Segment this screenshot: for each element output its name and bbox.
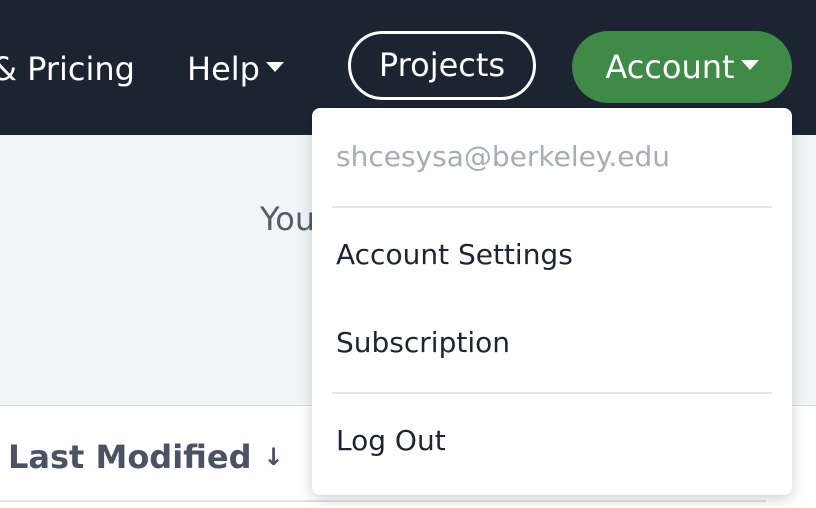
- account-dropdown-button[interactable]: Account: [572, 31, 792, 103]
- arrow-down-icon: ↓: [263, 443, 284, 471]
- column-header-label: Last Modified: [8, 438, 252, 476]
- menu-item-subscription[interactable]: Subscription: [336, 326, 510, 359]
- menu-item-log-out[interactable]: Log Out: [336, 424, 446, 457]
- caret-down-icon: [740, 60, 759, 70]
- partial-heading-text: You: [260, 200, 316, 238]
- nav-help-label: Help: [187, 50, 260, 88]
- menu-item-account-settings[interactable]: Account Settings: [336, 238, 573, 271]
- menu-divider: [332, 206, 772, 208]
- nav-pricing-label: & Pricing: [0, 50, 135, 88]
- caret-down-icon: [265, 62, 284, 72]
- projects-button[interactable]: Projects: [348, 31, 536, 100]
- account-email: shcesysa@berkeley.edu: [336, 140, 671, 173]
- column-header-last-modified[interactable]: Last Modified ↓: [8, 438, 284, 476]
- table-header-divider: [0, 500, 766, 502]
- account-button-label: Account: [605, 48, 735, 86]
- nav-link-pricing[interactable]: & Pricing: [0, 48, 135, 90]
- menu-divider: [332, 392, 772, 394]
- account-dropdown-menu: shcesysa@berkeley.edu Account Settings S…: [312, 108, 792, 495]
- nav-help-dropdown[interactable]: Help: [187, 48, 284, 90]
